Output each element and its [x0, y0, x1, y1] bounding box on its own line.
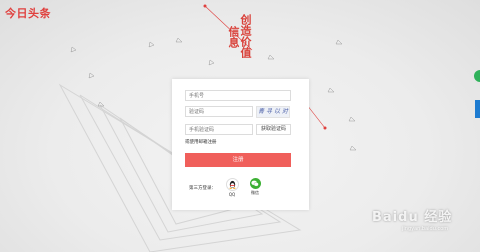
qq-label: QQ	[228, 192, 236, 197]
register-button[interactable]: 注册	[185, 153, 291, 167]
wechat-label: 微信	[251, 190, 259, 195]
side-panel-tab[interactable]	[475, 100, 480, 118]
slogan-line2: 信息	[227, 26, 240, 48]
phone-input[interactable]	[185, 90, 291, 101]
captcha-image[interactable]: 青 寻 以 对	[256, 106, 290, 118]
slogan-main: 创造价值	[239, 14, 252, 58]
wechat-icon[interactable]	[249, 178, 261, 189]
wechat-login[interactable]: 微信	[248, 178, 262, 196]
qq-login[interactable]: QQ	[225, 178, 239, 197]
qq-penguin-icon[interactable]	[225, 178, 239, 191]
baidu-watermark-url: jingyan.baidu.com	[402, 226, 449, 232]
side-chat-tab[interactable]	[474, 70, 480, 82]
third-party-login-label: 第三方登录：	[189, 186, 216, 191]
email-register-link[interactable]: 或使用邮箱注册	[185, 139, 217, 145]
brand-logo[interactable]: 今日头条	[5, 5, 51, 21]
captcha-input[interactable]	[185, 106, 253, 117]
sms-code-input[interactable]	[185, 124, 253, 135]
get-sms-code-button[interactable]: 获取验证码	[256, 124, 291, 135]
slogan-secondary: 信息	[227, 26, 240, 48]
baidu-watermark: Baidu 经验	[372, 210, 453, 225]
slogan-line1: 创造价值	[239, 14, 252, 58]
register-card: 青 寻 以 对 获取验证码 或使用邮箱注册 注册 第三方登录： QQ 微信	[172, 79, 309, 210]
